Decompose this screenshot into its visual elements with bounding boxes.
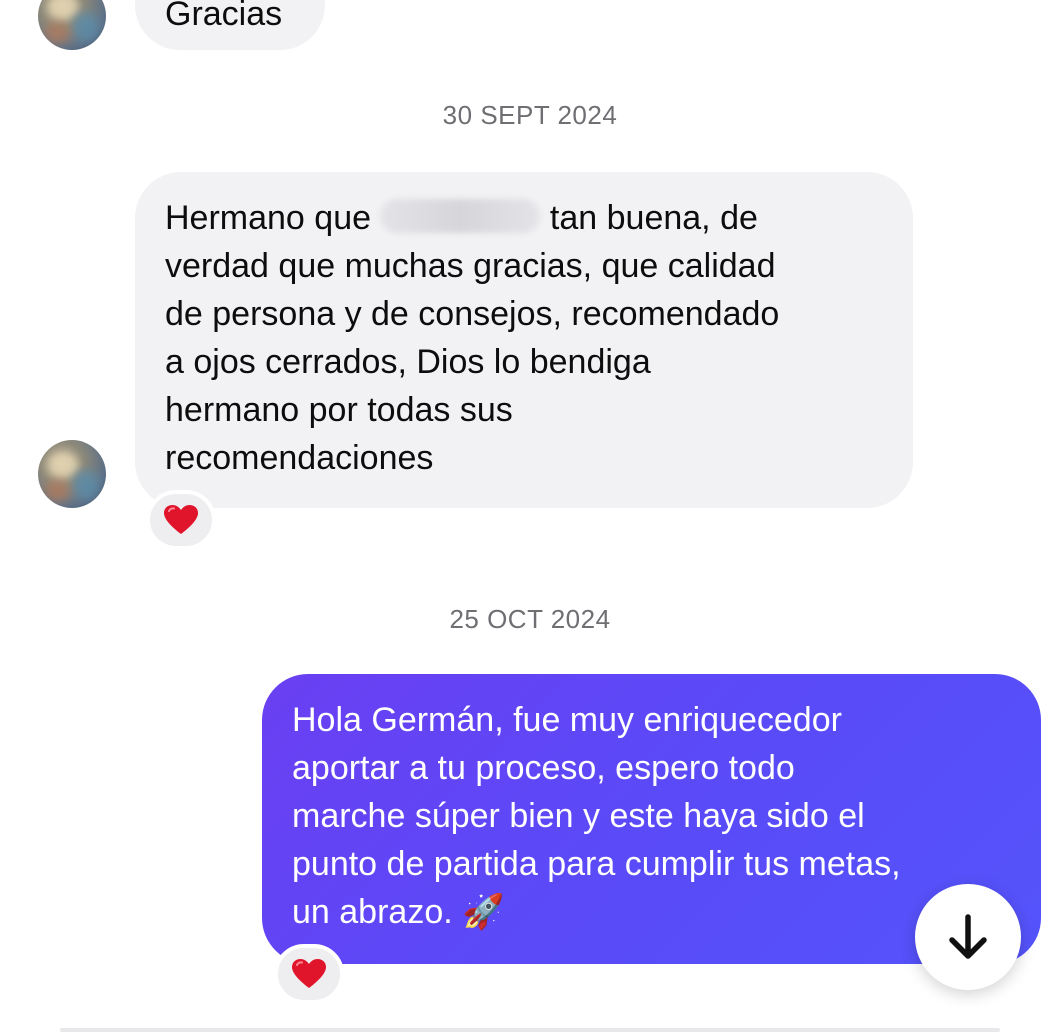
message-bubble-incoming[interactable]: Hermano que tan buena, de verdad que muc… — [135, 172, 913, 508]
message-bubble-gracias[interactable]: Gracias — [135, 0, 325, 50]
heart-icon — [292, 959, 326, 988]
reaction-badge-incoming[interactable] — [146, 490, 216, 550]
arrow-down-icon — [949, 914, 987, 959]
message-line: recomendaciones — [165, 439, 434, 477]
scroll-to-bottom-button[interactable] — [915, 884, 1021, 990]
message-line: punto de partida para cumplir tus metas, — [292, 845, 901, 883]
message-line: Hola Germán, fue muy enriquecedor — [292, 701, 842, 739]
message-line: de persona y de consejos, recomendado — [165, 295, 780, 333]
contact-avatar[interactable] — [38, 440, 106, 508]
message-text: Gracias — [165, 0, 283, 33]
message-line: a ojos cerrados, Dios lo bendiga — [165, 343, 651, 381]
message-line: verdad que muchas gracias, que calidad — [165, 247, 776, 285]
message-line: Hermano que tan buena, de — [165, 199, 758, 237]
message-line: marche súper bien y este haya sido el — [292, 797, 865, 835]
reaction-badge-outgoing[interactable] — [274, 944, 344, 1004]
date-separator: 30 SEPT 2024 — [442, 100, 618, 130]
message-line: aportar a tu proceso, espero todo — [292, 749, 795, 787]
redacted-word — [380, 199, 541, 233]
contact-avatar-top[interactable] — [38, 0, 106, 50]
heart-icon — [164, 505, 198, 534]
message-line: hermano por todas sus — [165, 391, 513, 429]
message-thread[interactable]: Gracias 30 SEPT 2024 Hermano que tan bue… — [0, 0, 1060, 1032]
date-separator: 25 OCT 2024 — [449, 604, 611, 634]
composer-divider — [60, 1028, 1000, 1032]
